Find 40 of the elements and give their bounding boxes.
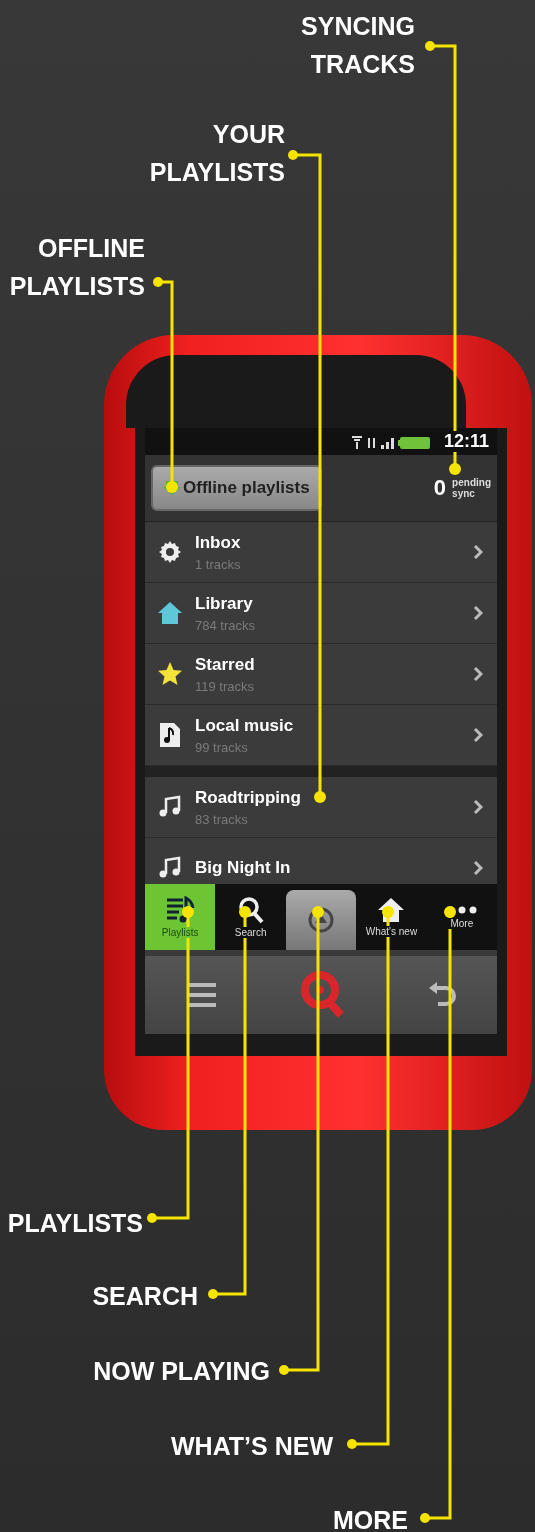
chevron-right-icon <box>473 860 483 876</box>
track-count: 99 tracks <box>195 739 249 755</box>
track-count: 83 tracks <box>195 811 249 827</box>
search-icon[interactable] <box>300 970 346 1020</box>
up-arrow-circle-icon <box>307 906 335 934</box>
chevron-right-icon <box>473 544 483 560</box>
chevron-right-icon <box>473 666 483 682</box>
playlist-title: Starred <box>195 654 256 675</box>
callout-label: SEARCH <box>92 1281 198 1312</box>
playlist-title: Roadtripping <box>195 787 302 808</box>
callout-label: OFFLINE PLAYLISTS <box>9 233 145 302</box>
callout-label: MORE <box>333 1505 408 1532</box>
callout-label: WHAT’S NEW <box>171 1431 333 1462</box>
playlist-title: Big Night In <box>195 858 292 878</box>
playlist-title: Local music <box>195 715 295 736</box>
callout-label: PLAYLISTS <box>7 1208 143 1239</box>
playlist-icon <box>165 896 196 924</box>
playlist-title: Library <box>195 593 254 614</box>
now-playing-tab[interactable] <box>285 890 357 950</box>
music-note-icon <box>158 856 182 880</box>
track-count: 1 tracks <box>195 556 242 572</box>
callout-label: YOUR PLAYLISTS <box>149 119 285 188</box>
chevron-right-icon <box>473 799 483 815</box>
callout-label: NOW PLAYING <box>93 1356 270 1387</box>
track-count: 119 tracks <box>195 678 255 694</box>
gear-icon <box>158 540 182 564</box>
chevron-right-icon <box>473 605 483 621</box>
tab[interactable]: Playlists <box>145 884 216 950</box>
pending-count: 0 <box>433 475 447 501</box>
playlist-title: Inbox <box>195 532 242 553</box>
star-icon <box>157 661 183 687</box>
chevron-right-icon <box>473 727 483 743</box>
search-icon <box>237 896 264 924</box>
track-count: 784 tracks <box>195 617 256 633</box>
pending-sync-label: pending sync <box>452 477 491 499</box>
callout-label: SYNCING TRACKS <box>301 11 415 80</box>
offline-playlists-button[interactable]: Offline playlists <box>151 465 322 511</box>
house-icon <box>157 601 183 625</box>
music-note-icon <box>158 795 182 819</box>
music-file-icon <box>159 722 181 748</box>
